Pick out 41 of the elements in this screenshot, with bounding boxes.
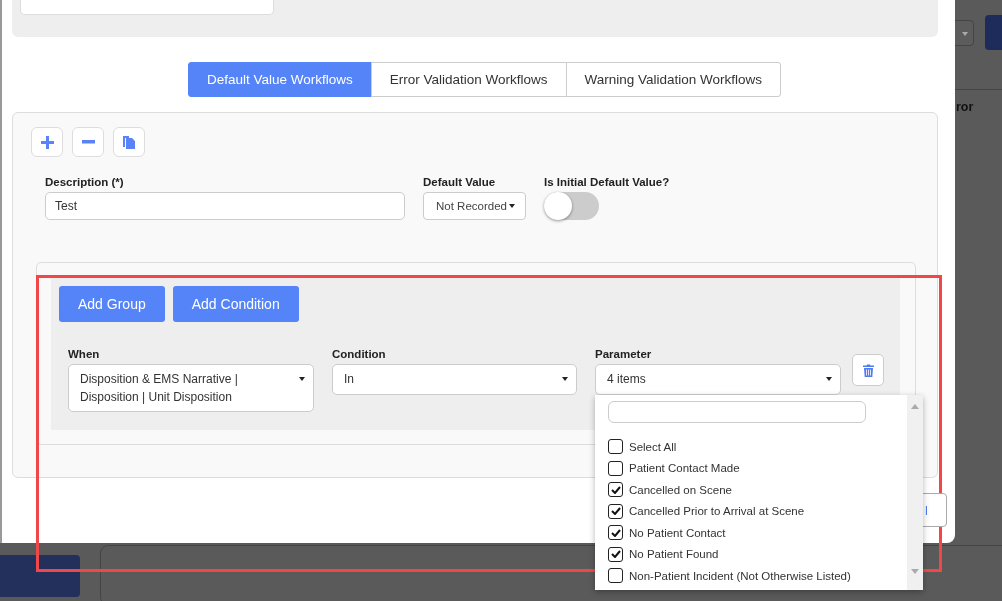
field-label: Default Value bbox=[423, 175, 497, 189]
tab[interactable]: Warning Validation Workflows bbox=[565, 62, 782, 97]
select-field[interactable]: 4 items bbox=[595, 364, 841, 395]
scrollbar[interactable] bbox=[907, 395, 923, 590]
checkbox[interactable] bbox=[608, 568, 623, 584]
checkbox[interactable] bbox=[608, 525, 623, 541]
option-label: Cancelled Prior to Arrival at Scene bbox=[629, 505, 805, 518]
checkbox[interactable] bbox=[608, 482, 623, 498]
checkbox[interactable] bbox=[608, 439, 623, 455]
tab[interactable]: Error Validation Workflows bbox=[370, 62, 567, 97]
toggle-switch[interactable] bbox=[543, 192, 599, 220]
field-label: When bbox=[68, 347, 101, 361]
add-button[interactable] bbox=[31, 127, 63, 157]
remove-button[interactable] bbox=[72, 127, 104, 157]
checkbox[interactable] bbox=[608, 460, 623, 476]
search-field[interactable] bbox=[608, 401, 866, 423]
select-field[interactable]: Disposition & EMS Narrative | Disposition | Unit Disposition bbox=[68, 364, 314, 412]
input-field[interactable] bbox=[20, 0, 274, 15]
delete-button[interactable] bbox=[852, 354, 884, 386]
option-label: Patient Contact Made bbox=[629, 462, 740, 475]
default-value-dropdown[interactable]: Not Recorded bbox=[423, 192, 526, 220]
field-label: Is Initial Default Value? bbox=[543, 175, 670, 189]
option-label: Non-Patient Incident (Not Otherwise Listed) bbox=[629, 569, 851, 582]
select-field[interactable]: In bbox=[332, 364, 577, 395]
column-header: ror bbox=[956, 100, 974, 114]
option-label: No Patient Contact bbox=[629, 526, 726, 539]
description-field[interactable]: Test bbox=[45, 192, 405, 220]
field-label: Condition bbox=[332, 347, 387, 361]
option-label: Cancelled on Scene bbox=[629, 483, 732, 496]
copy-icon bbox=[123, 135, 135, 149]
option-label: Select All bbox=[629, 440, 677, 453]
minus-icon bbox=[81, 140, 95, 144]
option-label: No Patient Found bbox=[629, 548, 719, 561]
checkbox[interactable] bbox=[608, 503, 623, 519]
plus-icon bbox=[40, 135, 54, 149]
field-label: Parameter bbox=[595, 347, 653, 361]
trash-icon bbox=[862, 363, 874, 377]
button[interactable] bbox=[0, 555, 80, 597]
checkbox[interactable] bbox=[608, 546, 623, 562]
copy-button[interactable] bbox=[113, 127, 145, 157]
field-label: Description (*) bbox=[45, 175, 125, 189]
